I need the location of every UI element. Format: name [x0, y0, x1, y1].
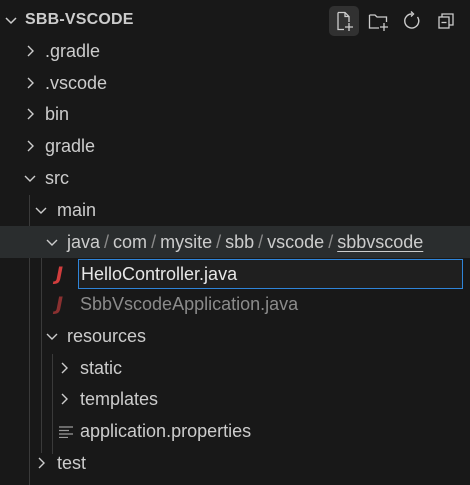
tree-item-java-package[interactable]: java / com / mysite / sbb / vscode / sbbvscode [0, 226, 470, 258]
path-segment[interactable]: vscode [267, 232, 324, 252]
new-folder-button[interactable] [363, 6, 393, 36]
workspace-title: SBB-VSCODE [25, 11, 134, 28]
tree-item-label: bin [45, 104, 70, 124]
tree-item-label: templates [80, 389, 159, 409]
chevron-right-icon [27, 108, 34, 120]
tree-item-static[interactable]: static [0, 352, 470, 384]
tree-item-bin[interactable]: bin [0, 98, 470, 130]
path-segment[interactable]: mysite [160, 232, 212, 252]
explorer-header[interactable]: SBB-VSCODE [0, 0, 470, 40]
tree-item-label: application.properties [80, 421, 252, 441]
path-separator: / [151, 232, 157, 252]
compact-folder-path: java / com / mysite / sbb / vscode / sbbvscode [67, 226, 423, 258]
rename-input[interactable] [78, 259, 463, 289]
chevron-right-icon [27, 77, 34, 89]
collapse-all-button[interactable] [431, 6, 461, 36]
chevron-right-icon [38, 457, 45, 469]
tree-item-resources[interactable]: resources [0, 320, 470, 352]
tree-item-label: src [45, 168, 69, 188]
path-segment[interactable]: java [67, 232, 100, 252]
tree-item-vscode[interactable]: .vscode [0, 67, 470, 99]
path-separator: / [216, 232, 222, 252]
tree-item-src[interactable]: src [0, 162, 470, 194]
new-file-button[interactable] [329, 6, 359, 36]
tree-item-label: .vscode [45, 73, 108, 93]
path-segment[interactable]: com [113, 232, 147, 252]
tree-item-main[interactable]: main [0, 194, 470, 226]
path-separator: / [104, 232, 110, 252]
tree-item-label: resources [67, 326, 147, 346]
new-file-icon [337, 11, 353, 31]
chevron-down-icon [24, 175, 36, 182]
chevron-down-icon[interactable] [3, 12, 19, 28]
tree-item-gradle[interactable]: gradle [0, 130, 470, 162]
explorer-panel: SBB-VSCODE .gradle .vscode bin gradle sr… [0, 0, 470, 485]
chevron-down-icon [46, 333, 58, 340]
tree-item-label: .gradle [45, 41, 101, 61]
tree-item-label: static [80, 358, 123, 378]
java-file-icon: J [56, 293, 64, 315]
tree-item-test[interactable]: test [0, 447, 470, 479]
chevron-down-icon [35, 207, 47, 214]
chevron-down-icon [46, 239, 58, 246]
path-segment-active[interactable]: sbbvscode [337, 232, 423, 252]
path-separator: / [328, 232, 334, 252]
tree-item-label: SbbVscodeApplication.java [80, 294, 299, 314]
chevron-right-icon [61, 393, 68, 405]
chevron-right-icon [27, 140, 34, 152]
new-folder-icon [368, 14, 388, 31]
tree-item-props[interactable]: application.properties [0, 415, 470, 447]
refresh-button[interactable] [397, 6, 427, 36]
tree-item-app-file[interactable]: J SbbVscodeApplication.java [0, 288, 470, 320]
collapse-all-icon [438, 13, 454, 29]
refresh-icon [404, 11, 420, 29]
chevron-right-icon [27, 45, 34, 57]
properties-file-icon [59, 426, 73, 438]
tree-item-label: main [57, 200, 97, 220]
tree-item-label: test [57, 453, 87, 473]
java-file-icon: J [56, 263, 64, 285]
chevron-right-icon [61, 362, 68, 374]
path-separator: / [258, 232, 264, 252]
path-segment[interactable]: sbb [225, 232, 254, 252]
tree-item-gradle-hidden[interactable]: .gradle [0, 35, 470, 67]
tree-item-templates[interactable]: templates [0, 383, 470, 415]
tree-item-label: gradle [45, 136, 96, 156]
